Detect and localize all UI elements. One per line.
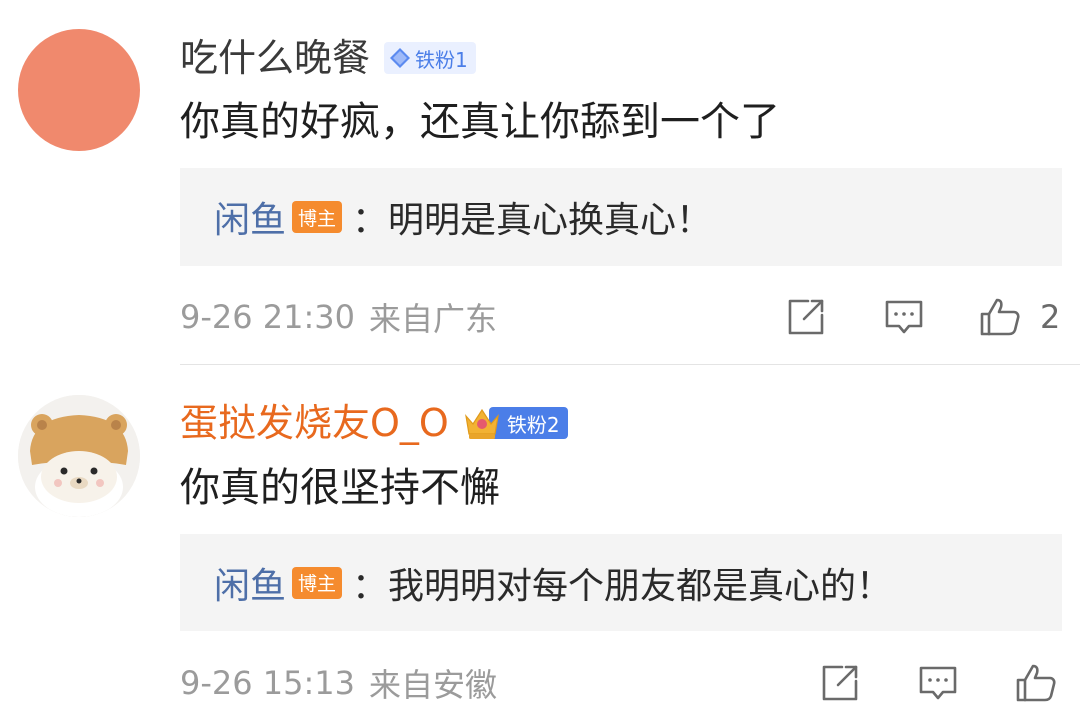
diamond-icon <box>390 48 411 68</box>
avatar[interactable] <box>18 395 140 517</box>
comment-header: 吃什么晚餐 铁粉1 <box>180 33 476 83</box>
like-icon[interactable] <box>1014 661 1058 705</box>
comment-icon[interactable] <box>916 661 960 705</box>
blogger-badge: 博主 <box>292 201 343 233</box>
avatar[interactable] <box>18 29 140 151</box>
comment-text: 你真的很坚持不懈 <box>180 465 500 511</box>
comment-text: 你真的好疯，还真让你舔到一个了 <box>180 99 780 145</box>
fan-badge[interactable]: 铁粉1 <box>384 42 476 74</box>
bear-avatar-image <box>18 395 140 517</box>
blogger-badge: 博主 <box>292 566 343 599</box>
comment-item: 吃什么晚餐 铁粉1 你真的好疯，还真让你舔到一个了 闲鱼 博主 ：明明是真心换真… <box>0 0 1080 364</box>
comment-item: 蛋挞发烧友O_O 铁粉2 你真的很坚持不懈 闲鱼 博主 ：我明明对每个朋友都是真… <box>0 365 1080 726</box>
reply-text: ：我明明对每个朋友都是真心的！ <box>352 565 893 607</box>
fan-badge[interactable]: 铁粉2 <box>461 402 568 444</box>
fan-badge-label: 铁粉1 <box>415 47 468 72</box>
action-bar: 2 <box>0 292 1080 342</box>
like-count: 2 <box>1040 298 1061 336</box>
comment-icon[interactable] <box>882 295 926 339</box>
reply-author[interactable]: 闲鱼 <box>214 557 286 609</box>
reply-box[interactable]: 闲鱼 博主 ：我明明对每个朋友都是真心的！ <box>180 534 1062 631</box>
reply-text: ：明明是真心换真心！ <box>352 200 713 241</box>
username[interactable]: 蛋挞发烧友O_O <box>180 398 449 448</box>
crown-icon <box>464 408 499 439</box>
username[interactable]: 吃什么晚餐 <box>180 33 370 83</box>
reply-box[interactable]: 闲鱼 博主 ：明明是真心换真心！ <box>180 168 1062 266</box>
comment-header: 蛋挞发烧友O_O 铁粉2 <box>180 398 568 448</box>
reply-author[interactable]: 闲鱼 <box>214 191 286 243</box>
share-icon[interactable] <box>818 661 862 705</box>
like-icon[interactable] <box>978 295 1022 339</box>
action-bar <box>0 658 1080 708</box>
share-icon[interactable] <box>784 295 828 339</box>
fan-badge-label: 铁粉2 <box>506 412 560 437</box>
